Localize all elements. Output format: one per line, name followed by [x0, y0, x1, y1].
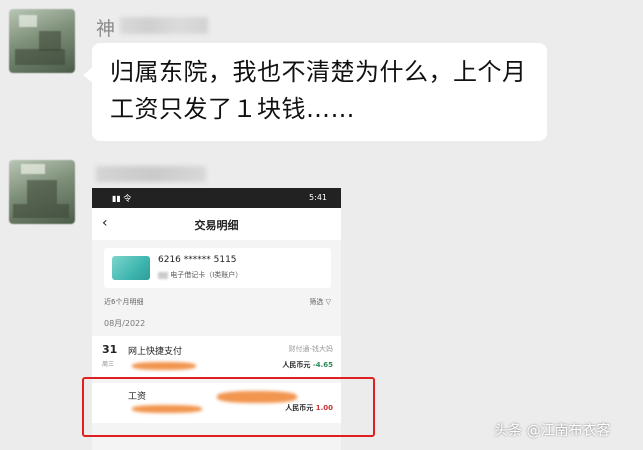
txn-day: 31: [102, 343, 118, 356]
redaction-smear: [132, 362, 196, 370]
message-bubble[interactable]: 归属东院，我也不清楚为什么，上个月工资只发了１块钱……: [83, 43, 547, 141]
bank-card[interactable]: 6216 ****** 5115 电子借记卡（I类账户）: [104, 248, 331, 288]
signal-icon: ▮▮ 令: [112, 194, 132, 203]
card-icon: [112, 256, 150, 280]
page-title: 交易明细: [194, 219, 239, 232]
avatar[interactable]: [9, 160, 75, 224]
txn-desc: 网上快捷支付: [128, 347, 183, 357]
sender-name-blurred: [96, 166, 206, 182]
filter-button[interactable]: 筛选 ▽: [309, 297, 331, 307]
avatar[interactable]: [9, 9, 75, 73]
message-text: 归属东院，我也不清楚为什么，上个月工资只发了１块钱……: [110, 58, 527, 123]
status-bar: ▮▮ 令 5:41: [92, 188, 341, 208]
red-highlight-box: [82, 377, 375, 437]
card-number: 6216 ****** 5115: [158, 255, 237, 265]
filter-row: 近6个月明细 筛选 ▽: [92, 294, 341, 312]
status-time: 5:41: [309, 193, 327, 202]
txn-amount: 人民币元 -4.65: [282, 361, 333, 369]
month-header: 08月/2022: [104, 319, 146, 328]
nav-bar: ‹ 交易明细: [92, 208, 341, 240]
card-type: 电子借记卡（I类账户）: [158, 270, 242, 280]
txn-source: 财付通-钱大妈: [288, 345, 333, 353]
sender-name: 神: [96, 14, 216, 40]
txn-weekday: 周三: [102, 361, 115, 368]
range-label[interactable]: 近6个月明细: [104, 297, 143, 307]
watermark: 头条 @江南布衣客: [494, 423, 611, 439]
list-item[interactable]: 31 周三 网上快捷支付 财付通-钱大妈 人民币元 -4.65: [92, 336, 341, 378]
